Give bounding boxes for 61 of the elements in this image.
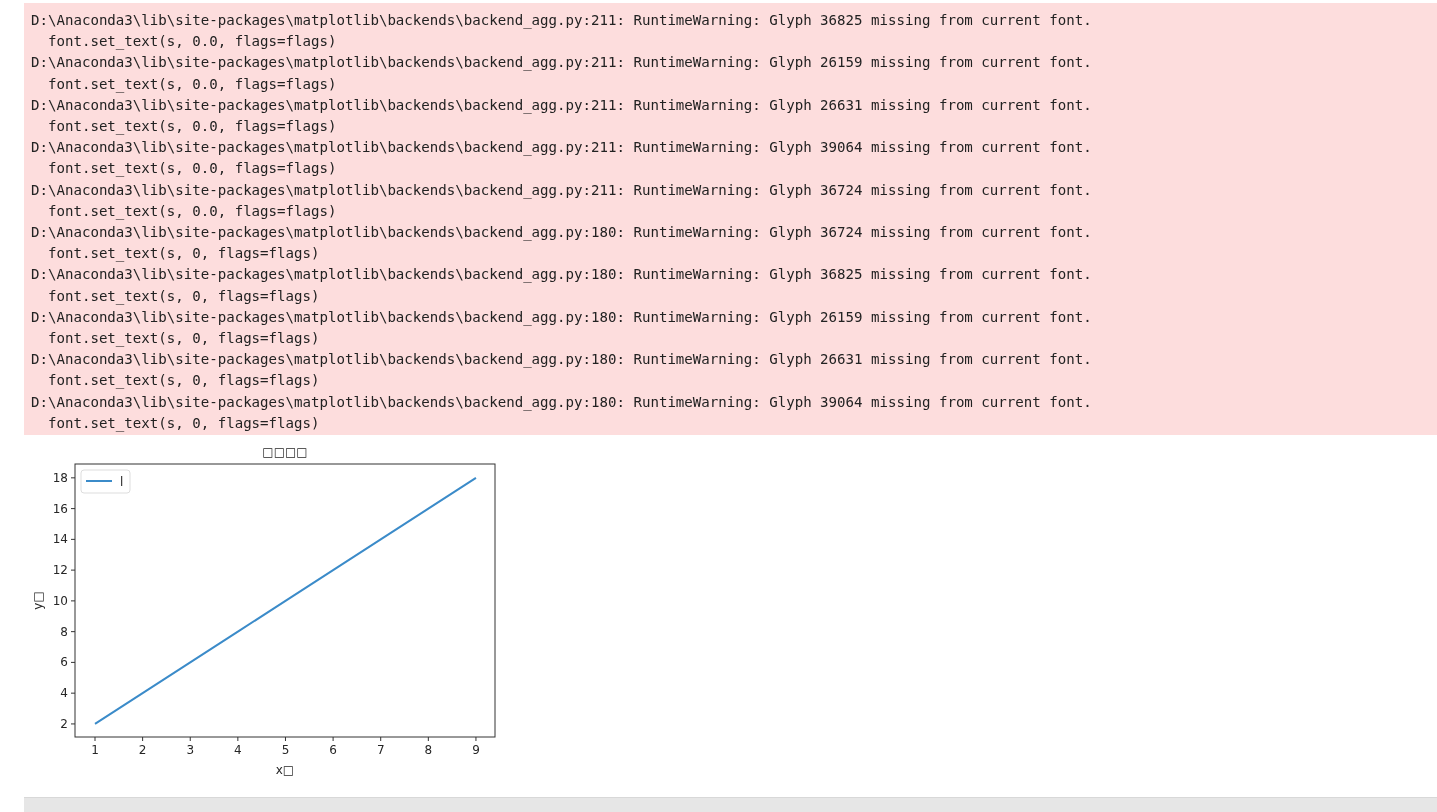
tick-mark: [70, 692, 76, 694]
tick-label: 18: [52, 470, 68, 485]
warning-line: D:\Anaconda3\lib\site-packages\matplotlib\backends\backend_agg.py:211: RuntimeWarning: Glyph 36724 missing from current font.: [31, 180, 1093, 201]
tick-mark: [70, 569, 76, 571]
code-line: font.set_text(s, 0, flags=flags): [46, 244, 321, 264]
legend: l: [80, 469, 131, 494]
code-line: font.set_text(s, 0, flags=flags): [46, 329, 321, 349]
tick-label: 3: [186, 743, 195, 758]
tick-label: 6: [329, 743, 337, 758]
tick-label: 1: [91, 743, 99, 758]
warning-line: D:\Anaconda3\lib\site-packages\matplotlib\backends\backend_agg.py:180: RuntimeWarning: Glyph 39064 missing from current font.: [31, 392, 1093, 413]
code-line: font.set_text(s, 0, flags=flags): [46, 286, 321, 307]
tick-mark: [70, 538, 76, 540]
tick-mark: [285, 736, 286, 742]
warning-line: D:\Anaconda3\lib\site-packages\matplotlib\backends\backend_agg.py:211: RuntimeWarning: Glyph 26631 missing from current font.: [31, 95, 1093, 116]
tick-mark: [70, 508, 76, 510]
warning-line: D:\Anaconda3\lib\site-packages\matplotlib\backends\backend_agg.py:180: RuntimeWarning: Glyph 36825 missing from current font.: [31, 265, 1093, 285]
legend-label: l: [120, 475, 124, 490]
tick-label: 8: [424, 743, 433, 758]
tick-mark: [475, 736, 477, 742]
tick-label: 5: [281, 743, 290, 758]
code-line: font.set_text(s, 0.0, flags=flags): [46, 32, 338, 52]
tick-label: 7: [376, 743, 385, 758]
tick-mark: [70, 600, 76, 602]
tick-mark: [427, 736, 429, 742]
tick-label: 8: [60, 624, 68, 639]
code-line: font.set_text(s, 0.0, flags=flags): [46, 159, 338, 179]
tick-label: 16: [52, 501, 68, 516]
warning-line: D:\Anaconda3\lib\site-packages\matplotlib\backends\backend_agg.py:211: RuntimeWarning: Glyph 39064 missing from current font.: [31, 138, 1093, 158]
tick-mark: [94, 736, 96, 742]
tick-mark: [70, 631, 76, 633]
x-axis-label: x□: [275, 763, 295, 778]
code-line: font.set_text(s, 0, flags=flags): [46, 371, 321, 391]
tick-mark: [237, 736, 239, 742]
tick-label: 4: [60, 686, 68, 701]
code-line: font.set_text(s, 0.0, flags=flags): [46, 117, 338, 137]
tick-mark: [70, 477, 76, 479]
warning-line: D:\Anaconda3\lib\site-packages\matplotlib\backends\backend_agg.py:180: RuntimeWarning: Glyph 26631 missing from current font.: [31, 350, 1093, 370]
tick-label: 14: [52, 532, 68, 547]
warning-line: D:\Anaconda3\lib\site-packages\matplotlib\backends\backend_agg.py:180: RuntimeWarning: Glyph 36724 missing from current font.: [31, 223, 1093, 243]
tick-label: 2: [60, 717, 68, 731]
warning-line: D:\Anaconda3\lib\site-packages\matplotlib\backends\backend_agg.py:180: RuntimeWarning: Glyph 26159 missing from current font.: [31, 307, 1093, 328]
warning-line: D:\Anaconda3\lib\site-packages\matplotlib\backends\backend_agg.py:211: RuntimeWarning: Glyph 26159 missing from current font.: [31, 53, 1093, 73]
code-line: font.set_text(s, 0, flags=flags): [46, 413, 321, 434]
code-line: font.set_text(s, 0.0, flags=flags): [46, 74, 338, 95]
tick-label: 6: [60, 655, 68, 670]
tick-label: 10: [52, 593, 68, 608]
y-axis-label: y□: [31, 591, 45, 610]
tick-mark: [189, 736, 191, 742]
tick-label: 12: [52, 563, 68, 578]
warning-line: D:\Anaconda3\lib\site-packages\matplotlib\backends\backend_agg.py:211: RuntimeWarning: Glyph 36825 missing from current font.: [31, 11, 1093, 31]
tick-mark: [70, 723, 76, 725]
code-line: font.set_text(s, 0.0, flags=flags): [46, 201, 338, 222]
tick-mark: [142, 736, 144, 742]
tick-label: 9: [472, 743, 480, 758]
tick-label: 2: [138, 743, 147, 758]
tick-mark: [70, 661, 76, 663]
tick-mark: [380, 736, 382, 742]
chart-title: □□□□: [262, 445, 308, 460]
tick-label: 4: [234, 743, 242, 758]
tick-mark: [332, 736, 334, 742]
